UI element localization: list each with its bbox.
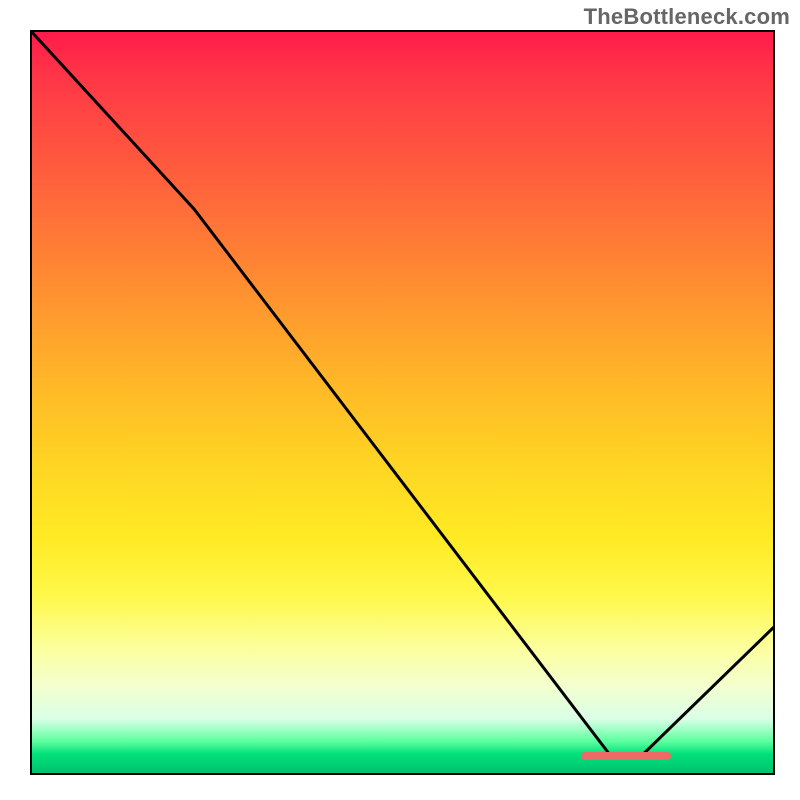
optimal-range-marker [581, 752, 670, 760]
plot-area [30, 30, 775, 775]
bottleneck-curve [30, 30, 775, 775]
watermark-text: TheBottleneck.com [584, 4, 790, 30]
chart-container: TheBottleneck.com [0, 0, 800, 800]
curve-path [30, 30, 775, 756]
